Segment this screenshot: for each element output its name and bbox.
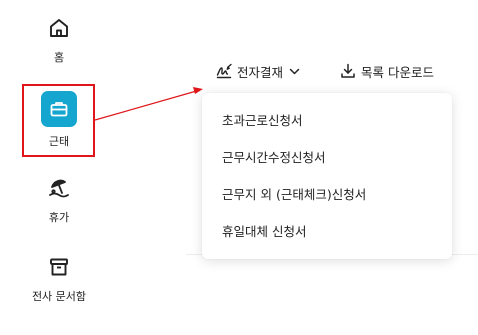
beach-umbrella-icon [49, 179, 69, 198]
divider [186, 254, 202, 255]
sidebar-item-archive[interactable]: 전사 문서함 [0, 255, 118, 304]
briefcase-icon [50, 102, 68, 117]
sidebar-item-vacation[interactable]: 휴가 [0, 176, 118, 225]
sidebar-item-label: 홈 [53, 51, 65, 64]
attendance-badge [41, 91, 77, 127]
menu-item-offsite-work-request[interactable]: 근무지 외 (근태체크)신청서 [202, 176, 452, 213]
app-window: 홈 근태 휴가 전사 문서함 전자결재 목록 다운로드 초과근로신청서 근무시간… [0, 0, 478, 335]
download-icon [341, 63, 355, 78]
sidebar-item-attendance[interactable]: 근태 [0, 91, 118, 149]
download-list-button[interactable]: 목록 다운로드 [340, 61, 434, 81]
approval-dropdown-button[interactable]: 전자결재 [216, 61, 301, 81]
divider [452, 254, 478, 255]
sidebar-item-label: 휴가 [48, 211, 70, 224]
sidebar-item-home[interactable]: 홈 [0, 16, 118, 65]
approval-dropdown-menu: 초과근로신청서 근무시간수정신청서 근무지 외 (근태체크)신청서 휴일대체 신… [202, 93, 452, 259]
home-icon [50, 19, 68, 37]
menu-item-work-hours-correction[interactable]: 근무시간수정신청서 [202, 139, 452, 176]
archive-box-icon [50, 258, 68, 276]
menu-item-holiday-substitution[interactable]: 휴일대체 신청서 [202, 213, 452, 250]
approval-dropdown-label: 전자결재 [237, 64, 284, 80]
chevron-down-icon [289, 68, 300, 74]
menu-item-overtime-request[interactable]: 초과근로신청서 [202, 102, 452, 139]
sidebar-item-label: 전사 문서함 [31, 290, 87, 303]
signature-icon [216, 63, 232, 79]
sidebar-item-label: 근태 [48, 135, 70, 148]
download-list-label: 목록 다운로드 [361, 64, 434, 80]
